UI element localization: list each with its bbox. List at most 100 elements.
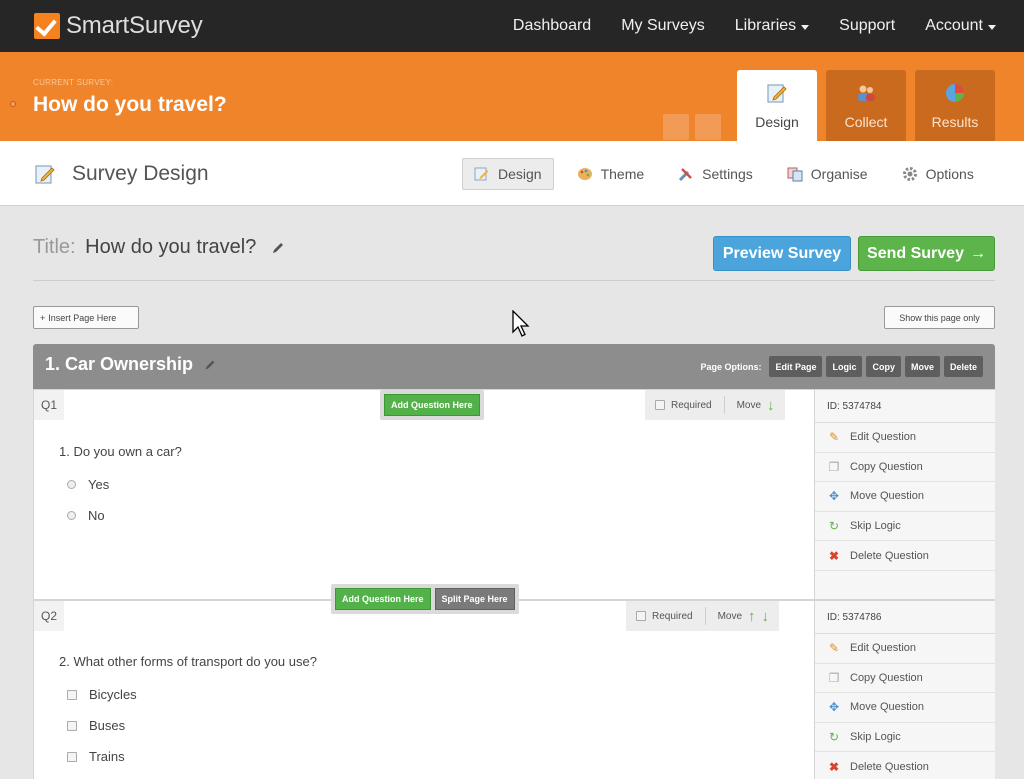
split-page-button[interactable]: Split Page Here: [434, 588, 515, 610]
move-arrows-icon: ✥: [828, 489, 840, 504]
preview-tool-icon[interactable]: [663, 114, 689, 140]
copy-icon: ❐: [828, 670, 840, 685]
skip-logic-item[interactable]: ↻ Skip Logic: [815, 723, 995, 753]
required-checkbox[interactable]: [636, 611, 646, 621]
page-title: Survey Design: [72, 162, 209, 185]
survey-title-row: Title: How do you travel?: [33, 236, 286, 259]
preview-survey-button[interactable]: Preview Survey: [713, 236, 851, 271]
edit-title-pencil-icon[interactable]: [270, 240, 286, 256]
survey-design-header: Survey Design Design Theme Settings Orga…: [0, 141, 1024, 206]
tab-design[interactable]: Design: [737, 70, 817, 141]
nav-support[interactable]: Support: [839, 17, 895, 35]
copy-question-item[interactable]: ❐ Copy Question: [815, 664, 995, 694]
tab-results[interactable]: Results: [915, 70, 995, 141]
option-label: Bicycles: [89, 687, 137, 702]
send-survey-label: Send Survey: [867, 244, 964, 262]
move-question-item[interactable]: ✥ Move Question: [815, 693, 995, 723]
survey-status-dot: [10, 101, 16, 107]
option-bicycles[interactable]: Bicycles: [67, 687, 137, 702]
checkmark-logo-icon: [34, 13, 60, 39]
insert-page-label: Insert Page Here: [48, 312, 117, 323]
radio-button[interactable]: [67, 480, 76, 489]
option-no[interactable]: No: [67, 508, 105, 523]
copy-page-button[interactable]: Copy: [866, 356, 901, 377]
send-survey-button[interactable]: Send Survey →: [858, 236, 995, 271]
radio-button[interactable]: [67, 511, 76, 520]
option-trains[interactable]: Trains: [67, 749, 125, 764]
title-label: Title:: [33, 236, 76, 258]
question-controls: Required Move ↓: [645, 390, 785, 420]
option-yes[interactable]: Yes: [67, 477, 109, 492]
subtab-settings[interactable]: Settings: [667, 158, 764, 190]
delete-question-label: Delete Question: [850, 549, 929, 562]
delete-page-button[interactable]: Delete: [943, 356, 983, 377]
nav-dashboard[interactable]: Dashboard: [513, 17, 591, 35]
move-question-label: Move Question: [850, 490, 924, 503]
question-controls: Required Move ↑ ↓: [626, 601, 780, 631]
logo-text: SmartSurvey: [66, 12, 203, 39]
show-page-only-button[interactable]: Show this page only: [884, 306, 995, 329]
subtab-options-label: Options: [925, 166, 974, 182]
copy-question-item[interactable]: ❐ Copy Question: [815, 453, 995, 483]
plus-icon: +: [40, 312, 46, 323]
add-question-bar: Add Question Here: [380, 390, 484, 420]
survey-title[interactable]: How do you travel?: [85, 236, 256, 258]
required-checkbox[interactable]: [655, 400, 665, 410]
edit-page-pencil-icon[interactable]: [203, 358, 217, 372]
add-question-button[interactable]: Add Question Here: [335, 588, 431, 610]
delete-question-item[interactable]: ✖ Delete Question: [815, 541, 995, 571]
insert-page-button[interactable]: + Insert Page Here: [33, 306, 139, 329]
skip-logic-item[interactable]: ↻ Skip Logic: [815, 512, 995, 542]
subtab-organise[interactable]: Organise: [776, 158, 879, 190]
nav-account-label: Account: [925, 17, 983, 34]
checkbox[interactable]: [67, 689, 77, 700]
question-number: Q1: [34, 390, 64, 420]
logo[interactable]: SmartSurvey: [34, 12, 203, 40]
question-id: ID: 5374784: [815, 390, 995, 423]
option-label: Yes: [88, 477, 110, 492]
checkbox[interactable]: [67, 751, 77, 762]
settings-tool-icon[interactable]: [695, 114, 721, 140]
delete-question-item[interactable]: ✖ Delete Question: [815, 752, 995, 779]
question-text: 2. What other forms of transport do you …: [59, 654, 317, 669]
question-block-q1: Q1 Add Question Here Required Move ↓ 1. …: [33, 389, 995, 600]
survey-mini-tools: [663, 114, 721, 140]
current-survey-name[interactable]: How do you travel?: [33, 93, 227, 117]
option-buses[interactable]: Buses: [67, 718, 125, 733]
move-question-item[interactable]: ✥ Move Question: [815, 482, 995, 512]
palette-icon: [577, 168, 592, 180]
question-text: 1. Do you own a car?: [59, 444, 182, 459]
survey-design-icon: [35, 165, 55, 184]
page-name[interactable]: 1. Car Ownership: [45, 354, 193, 375]
move-page-button[interactable]: Move: [904, 356, 940, 377]
move-down-arrow-icon[interactable]: ↓: [762, 608, 770, 625]
edit-question-label: Edit Question: [850, 642, 917, 655]
checkbox[interactable]: [67, 720, 77, 731]
add-question-bar: Add Question Here Split Page Here: [331, 584, 519, 614]
edit-question-item[interactable]: ✎ Edit Question: [815, 634, 995, 664]
pencil-icon: ✎: [828, 641, 840, 656]
page-options-label: Page Options:: [700, 361, 762, 372]
move-up-arrow-icon[interactable]: ↑: [748, 608, 756, 625]
subtab-design[interactable]: Design: [462, 158, 554, 190]
arrow-right-icon: →: [969, 244, 986, 262]
copy-question-label: Copy Question: [850, 460, 923, 473]
add-question-button[interactable]: Add Question Here: [384, 394, 480, 416]
nav-libraries-label: Libraries: [734, 17, 797, 34]
subtab-theme[interactable]: Theme: [566, 158, 656, 190]
main-nav: Dashboard My Surveys Libraries Support A…: [513, 17, 996, 35]
nav-account[interactable]: Account: [925, 17, 996, 35]
results-pie-icon: [946, 84, 964, 102]
subtab-options[interactable]: Options: [891, 158, 985, 190]
design-pencil-icon: [474, 167, 489, 181]
nav-my-surveys[interactable]: My Surveys: [621, 17, 705, 35]
collect-people-icon: [858, 85, 875, 101]
nav-libraries[interactable]: Libraries: [734, 17, 810, 35]
page-logic-button[interactable]: Logic: [826, 356, 863, 377]
edit-question-item[interactable]: ✎ Edit Question: [815, 423, 995, 453]
page-options: Page Options: Edit Page Logic Copy Move …: [700, 356, 983, 377]
tab-collect[interactable]: Collect: [826, 70, 906, 141]
move-down-arrow-icon[interactable]: ↓: [767, 397, 775, 414]
caret-down-icon: [988, 24, 996, 30]
edit-page-button[interactable]: Edit Page: [769, 356, 823, 377]
